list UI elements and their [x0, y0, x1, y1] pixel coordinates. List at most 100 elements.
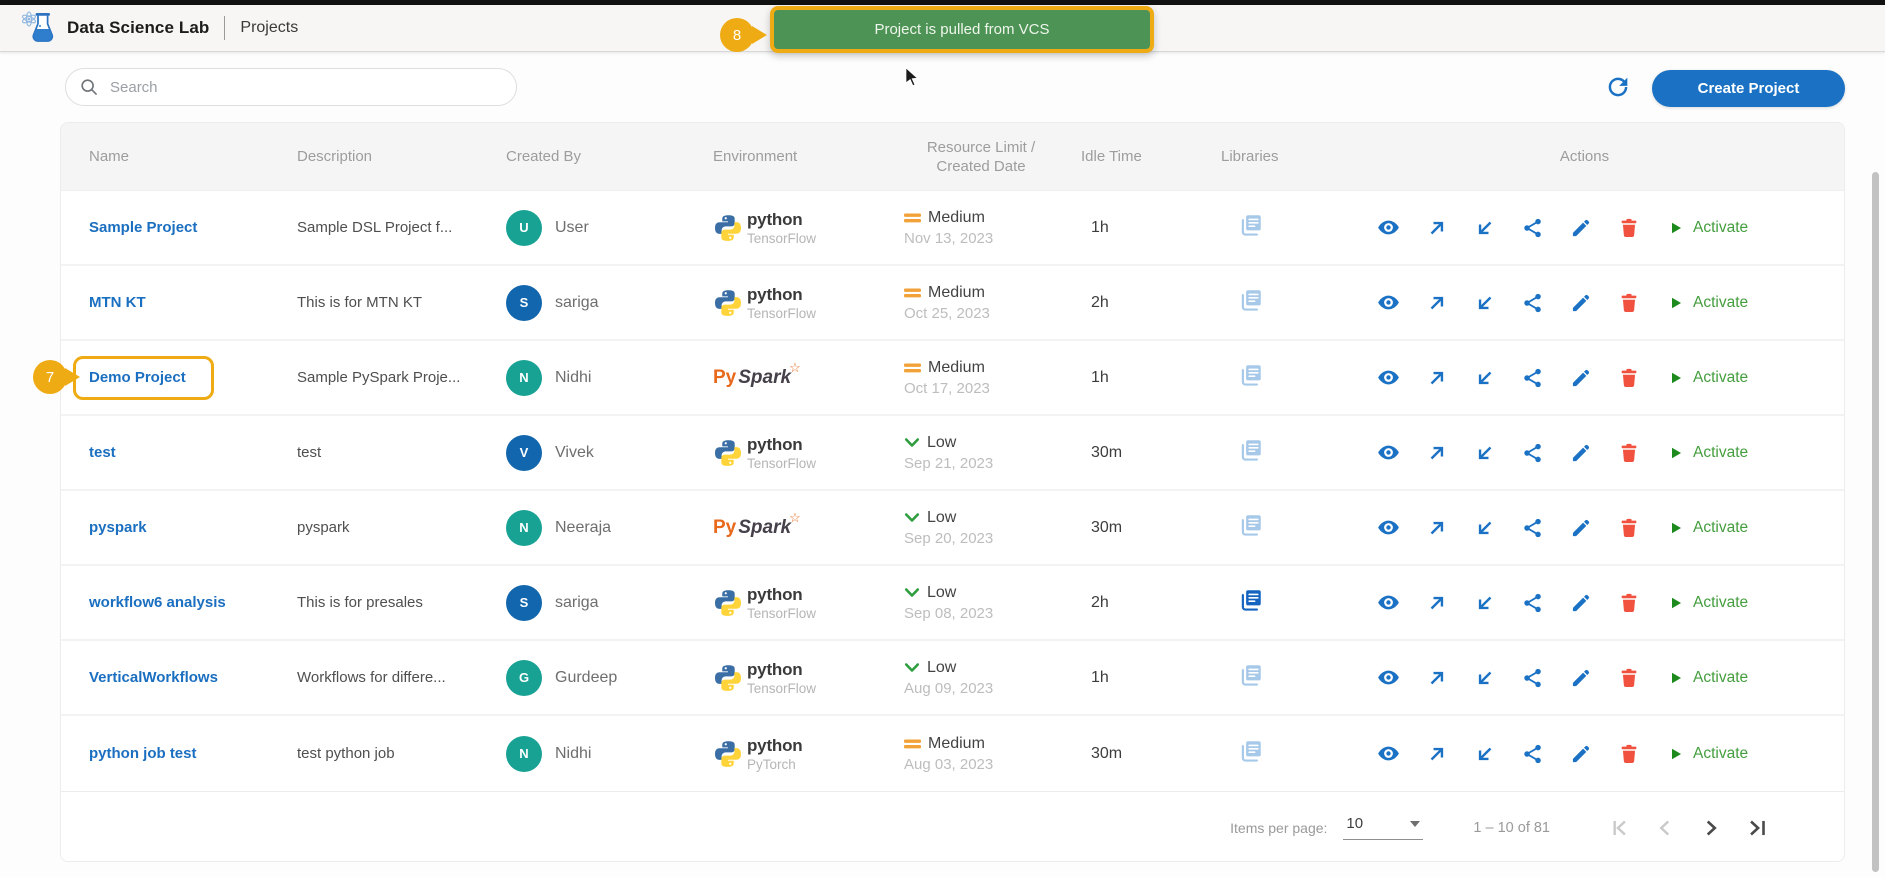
medium-level-icon: [904, 212, 921, 224]
project-name-link[interactable]: pyspark: [89, 519, 147, 536]
delete-trash-icon[interactable]: [1618, 292, 1640, 314]
view-eye-icon[interactable]: [1377, 666, 1400, 689]
view-eye-icon[interactable]: [1377, 516, 1400, 539]
search-box[interactable]: [65, 68, 517, 106]
share-icon[interactable]: [1522, 667, 1544, 689]
arrow-up-right-icon[interactable]: [1426, 442, 1448, 464]
delete-trash-icon[interactable]: [1618, 743, 1640, 765]
arrow-up-right-icon[interactable]: [1426, 367, 1448, 389]
arrow-down-left-icon[interactable]: [1474, 667, 1496, 689]
activate-button[interactable]: Activate: [1668, 669, 1748, 687]
delete-trash-icon[interactable]: [1618, 367, 1640, 389]
edit-pencil-icon[interactable]: [1570, 592, 1592, 614]
delete-trash-icon[interactable]: [1618, 592, 1640, 614]
column-created-by: Created By: [506, 148, 713, 165]
arrow-down-left-icon[interactable]: [1474, 743, 1496, 765]
activate-button[interactable]: Activate: [1668, 444, 1748, 462]
view-eye-icon[interactable]: [1377, 441, 1400, 464]
arrow-up-right-icon[interactable]: [1426, 517, 1448, 539]
arrow-up-right-icon[interactable]: [1426, 667, 1448, 689]
share-icon[interactable]: [1522, 743, 1544, 765]
edit-pencil-icon[interactable]: [1570, 517, 1592, 539]
view-eye-icon[interactable]: [1377, 291, 1400, 314]
activate-button[interactable]: Activate: [1668, 219, 1748, 237]
scrollbar[interactable]: [1872, 172, 1879, 872]
libraries-icon[interactable]: [1238, 362, 1264, 388]
edit-pencil-icon[interactable]: [1570, 217, 1592, 239]
activate-button[interactable]: Activate: [1668, 369, 1748, 387]
delete-trash-icon[interactable]: [1618, 517, 1640, 539]
edit-pencil-icon[interactable]: [1570, 442, 1592, 464]
activate-button[interactable]: Activate: [1668, 294, 1748, 312]
arrow-down-left-icon[interactable]: [1474, 292, 1496, 314]
libraries-icon[interactable]: [1238, 587, 1264, 613]
share-icon[interactable]: [1522, 367, 1544, 389]
refresh-button[interactable]: [1603, 73, 1633, 103]
arrow-down-left-icon[interactable]: [1474, 517, 1496, 539]
share-icon[interactable]: [1522, 517, 1544, 539]
pyspark-logo: Py Spark ☆: [713, 367, 881, 389]
libraries-icon[interactable]: [1238, 212, 1264, 238]
project-name-link[interactable]: python job test: [89, 745, 197, 762]
project-name-link[interactable]: test: [89, 444, 116, 461]
last-page-button[interactable]: [1744, 815, 1770, 841]
edit-pencil-icon[interactable]: [1570, 292, 1592, 314]
share-icon[interactable]: [1522, 292, 1544, 314]
activate-label: Activate: [1693, 745, 1748, 763]
project-description: test: [297, 444, 506, 461]
share-icon[interactable]: [1522, 592, 1544, 614]
activate-button[interactable]: Activate: [1668, 519, 1748, 537]
arrow-up-right-icon[interactable]: [1426, 743, 1448, 765]
items-per-page-select[interactable]: 10: [1343, 815, 1423, 840]
delete-trash-icon[interactable]: [1618, 217, 1640, 239]
create-project-button[interactable]: Create Project: [1652, 70, 1845, 107]
arrow-up-right-icon[interactable]: [1426, 217, 1448, 239]
resource-level: Medium: [928, 735, 985, 753]
column-environment: Environment: [713, 148, 881, 165]
next-page-button[interactable]: [1698, 815, 1724, 841]
search-input[interactable]: [108, 78, 503, 97]
created-date: Oct 17, 2023: [904, 380, 1081, 397]
view-eye-icon[interactable]: [1377, 216, 1400, 239]
arrow-down-left-icon[interactable]: [1474, 217, 1496, 239]
arrow-down-left-icon[interactable]: [1474, 367, 1496, 389]
libraries-icon[interactable]: [1238, 437, 1264, 463]
play-icon: [1668, 520, 1684, 536]
arrow-up-right-icon[interactable]: [1426, 592, 1448, 614]
share-icon[interactable]: [1522, 217, 1544, 239]
edit-pencil-icon[interactable]: [1570, 667, 1592, 689]
view-eye-icon[interactable]: [1377, 591, 1400, 614]
arrow-down-left-icon[interactable]: [1474, 592, 1496, 614]
delete-trash-icon[interactable]: [1618, 442, 1640, 464]
medium-level-icon: [904, 738, 921, 750]
idle-time: 30m: [1081, 444, 1221, 462]
share-icon[interactable]: [1522, 442, 1544, 464]
view-eye-icon[interactable]: [1377, 742, 1400, 765]
libraries-icon[interactable]: [1238, 662, 1264, 688]
edit-pencil-icon[interactable]: [1570, 367, 1592, 389]
first-page-button[interactable]: [1606, 815, 1632, 841]
created-date: Sep 08, 2023: [904, 605, 1081, 622]
project-name-link[interactable]: workflow6 analysis: [89, 594, 226, 611]
column-libraries: Libraries: [1221, 148, 1353, 165]
view-eye-icon[interactable]: [1377, 366, 1400, 389]
delete-trash-icon[interactable]: [1618, 667, 1640, 689]
activate-button[interactable]: Activate: [1668, 594, 1748, 612]
edit-pencil-icon[interactable]: [1570, 743, 1592, 765]
libraries-icon[interactable]: [1238, 512, 1264, 538]
libraries-icon[interactable]: [1238, 738, 1264, 764]
low-level-icon: [904, 512, 920, 524]
project-name-link[interactable]: MTN KT: [89, 294, 146, 311]
resource-level: Medium: [928, 359, 985, 377]
project-name-link[interactable]: Sample Project: [89, 219, 197, 236]
arrow-up-right-icon[interactable]: [1426, 292, 1448, 314]
creator-avatar: V: [506, 435, 542, 471]
creator-avatar: U: [506, 210, 542, 246]
arrow-down-left-icon[interactable]: [1474, 442, 1496, 464]
spark-star-icon: ☆: [789, 360, 801, 376]
project-name-link[interactable]: VerticalWorkflows: [89, 669, 218, 686]
previous-page-button[interactable]: [1652, 815, 1678, 841]
resource-level: Medium: [928, 284, 985, 302]
activate-button[interactable]: Activate: [1668, 745, 1748, 763]
libraries-icon[interactable]: [1238, 287, 1264, 313]
